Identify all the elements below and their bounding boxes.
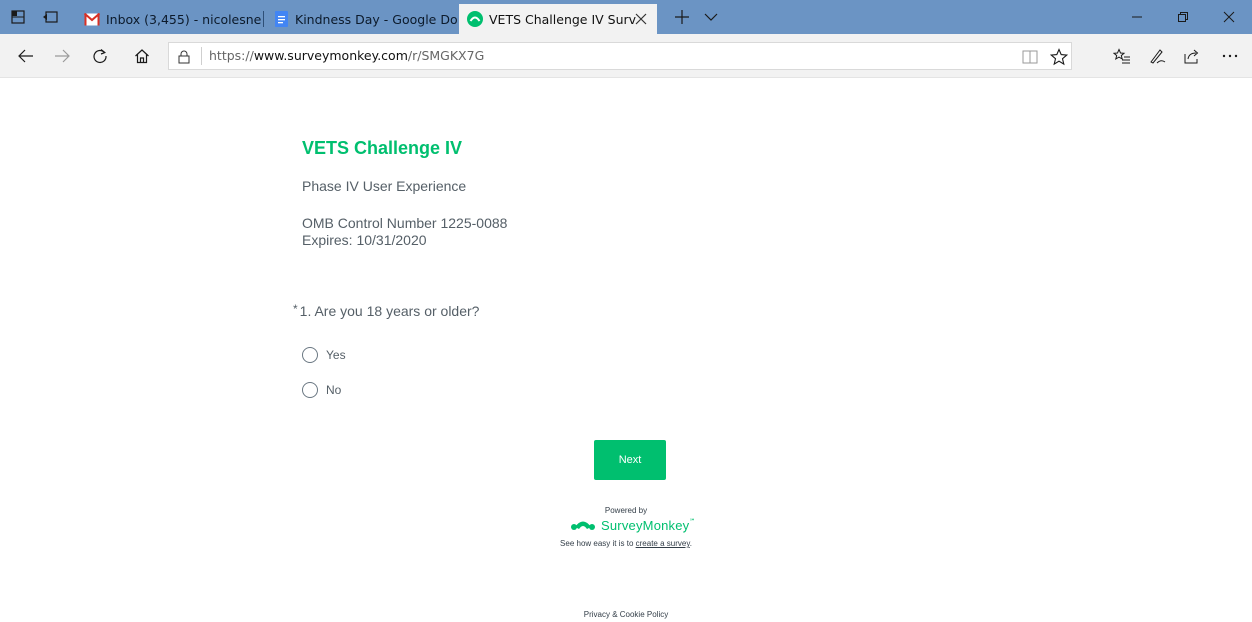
- favorite-star-icon[interactable]: [1049, 47, 1069, 67]
- tab-title: Kindness Day - Google Doc: [295, 11, 457, 27]
- refresh-icon[interactable]: [82, 34, 118, 78]
- more-menu-icon[interactable]: [1212, 34, 1248, 78]
- close-tab-icon[interactable]: [633, 11, 649, 27]
- surveymonkey-icon: [467, 11, 483, 27]
- address-bar[interactable]: https://www.surveymonkey.com/r/SMGKX7G: [168, 42, 1072, 70]
- set-tabs-aside-icon[interactable]: [34, 0, 66, 34]
- omb-info: OMB Control Number 1225-0088 Expires: 10…: [302, 215, 507, 249]
- tab-title: Inbox (3,455) - nicolesneri@: [106, 11, 262, 27]
- surveymonkey-wordmark: SurveyMonkey: [601, 517, 690, 533]
- browser-nav-bar: https://www.surveymonkey.com/r/SMGKX7G: [0, 34, 1252, 78]
- option-label: Yes: [326, 348, 346, 362]
- reading-view-icon[interactable]: [1021, 48, 1039, 66]
- privacy-policy: Privacy & Cookie Policy: [0, 610, 1252, 619]
- tab-divider: [263, 11, 264, 27]
- gmail-icon: [84, 11, 100, 27]
- tab-title: VETS Challenge IV Surv: [489, 11, 637, 27]
- trademark-mark: ℠: [689, 517, 696, 525]
- powered-by-text: Powered by: [604, 506, 648, 515]
- expires-date: Expires: 10/31/2020: [302, 232, 427, 248]
- url-path: /r/SMGKX7G: [407, 48, 485, 63]
- surveymonkey-logo[interactable]: SurveyMonkey ℠: [571, 516, 696, 534]
- surveymonkey-logo-icon: [571, 521, 595, 530]
- next-button[interactable]: Next: [594, 440, 666, 480]
- lock-icon[interactable]: [175, 48, 193, 66]
- privacy-policy-link[interactable]: Privacy & Cookie Policy: [584, 610, 668, 619]
- minimize-icon[interactable]: [1114, 0, 1160, 34]
- tab-google-doc[interactable]: Kindness Day - Google Doc: [265, 4, 457, 34]
- tagline-suffix: .: [689, 539, 692, 548]
- survey-description: Phase IV User Experience: [302, 178, 467, 194]
- required-marker: *: [293, 302, 298, 316]
- home-icon[interactable]: [124, 34, 160, 78]
- browser-tab-strip: Inbox (3,455) - nicolesneri@ Kindness Da…: [0, 0, 1252, 34]
- back-icon[interactable]: [8, 34, 44, 78]
- restore-icon[interactable]: [1160, 0, 1206, 34]
- question-1: * 1. Are you 18 years or older?: [293, 302, 480, 319]
- pen-web-notes-icon[interactable]: [1140, 34, 1176, 78]
- new-tab-icon[interactable]: [664, 0, 700, 34]
- share-icon[interactable]: [1174, 34, 1210, 78]
- url-domain: www.surveymonkey.com: [253, 48, 408, 63]
- survey-title: VETS Challenge IV: [302, 138, 463, 158]
- chevron-down-icon[interactable]: [696, 0, 726, 34]
- tab-gmail[interactable]: Inbox (3,455) - nicolesneri@: [76, 4, 262, 34]
- option-label: No: [326, 383, 342, 397]
- tagline-prefix: See how easy it is to: [560, 539, 636, 548]
- google-docs-icon: [273, 11, 289, 27]
- question-text: 1. Are you 18 years or older?: [299, 303, 480, 319]
- url-prefix: https://: [209, 48, 254, 63]
- url-text[interactable]: https://www.surveymonkey.com/r/SMGKX7G: [209, 48, 484, 63]
- favorites-hub-icon[interactable]: [1104, 34, 1140, 78]
- tagline: See how easy it is to create a survey.: [0, 539, 1252, 548]
- radio-no[interactable]: [302, 382, 318, 398]
- close-window-icon[interactable]: [1206, 0, 1252, 34]
- tab-surveymonkey[interactable]: VETS Challenge IV Surv: [459, 4, 657, 34]
- option-no[interactable]: No: [302, 381, 341, 399]
- create-survey-link[interactable]: create a survey: [636, 539, 690, 548]
- radio-yes[interactable]: [302, 347, 318, 363]
- option-yes[interactable]: Yes: [302, 346, 346, 364]
- address-divider: [201, 47, 202, 65]
- forward-icon[interactable]: [44, 34, 80, 78]
- omb-control-number: OMB Control Number 1225-0088: [302, 215, 508, 231]
- tab-preview-icon[interactable]: [2, 0, 34, 34]
